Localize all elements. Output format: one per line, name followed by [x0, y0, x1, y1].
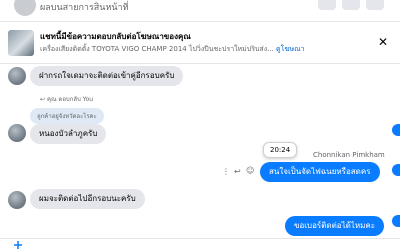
outgoing-message[interactable]: ขอเบอร์ติดต่อได้ไหมคะ: [285, 216, 385, 236]
ad-banner-title: แชทนี้มีข้อความตอบกลับต่อโฆษณาของคุณ: [40, 32, 191, 41]
chat-title[interactable]: ผลบนสายการสินหน้าที่: [40, 0, 129, 14]
reply-meta: ↩ คุณ ตอบกลับ You: [40, 94, 93, 104]
avatar[interactable]: [8, 124, 26, 142]
incoming-message[interactable]: หนองบัวลำภูครับ: [30, 124, 107, 144]
view-ad-link[interactable]: ดูโฆษณา: [276, 45, 305, 53]
read-receipt: [392, 124, 400, 136]
avatar[interactable]: [8, 67, 26, 85]
reply-icon[interactable]: ↩: [234, 167, 241, 176]
reply-meta-text: คุณ ตอบกลับ You: [46, 96, 94, 103]
ad-description: เครื่องเสียงติดตั้ง TOYOTA VIGO CHAMP 20…: [40, 45, 274, 53]
ad-banner-subtitle: เครื่องเสียงติดตั้ง TOYOTA VIGO CHAMP 20…: [40, 44, 305, 55]
read-receipt: [392, 164, 400, 176]
ad-reply-banner: แชทนี้มีข้อความตอบกลับต่อโฆษณาของคุณ เคร…: [0, 22, 400, 64]
sender-name: Chonnikan Pimkham: [313, 151, 385, 159]
message-composer: [0, 238, 400, 250]
video-call-button[interactable]: [342, 0, 360, 10]
more-icon[interactable]: ⋮: [222, 167, 230, 176]
add-icon[interactable]: [14, 241, 22, 249]
avatar[interactable]: [8, 191, 26, 209]
outgoing-message[interactable]: สนใจเป็นจัดไฟฉนยหรือสดคร: [260, 162, 380, 182]
chat-header: ผลบนสายการสินหน้าที่: [0, 0, 400, 22]
incoming-message[interactable]: ผมจะติดต่อไปอีกรอบนะครับ: [30, 189, 145, 209]
ad-thumbnail[interactable]: [8, 30, 34, 56]
reply-quote[interactable]: ลูกค้าอยู่จังหวัดอะไรคะ: [30, 108, 104, 124]
more-options-button[interactable]: [366, 0, 384, 10]
emoji-reaction-icon[interactable]: ☺: [246, 166, 254, 175]
incoming-message[interactable]: ฝากรถใจเดมาจะติดต่อเข้าคู่อีกรอบครับ: [30, 66, 184, 86]
timestamp-tooltip: 20:24: [263, 142, 298, 158]
call-button[interactable]: [318, 0, 336, 10]
close-icon[interactable]: ✕: [376, 35, 390, 49]
reply-icon: ↩: [40, 96, 47, 103]
read-receipt: [392, 215, 400, 227]
contact-avatar[interactable]: [14, 0, 36, 16]
